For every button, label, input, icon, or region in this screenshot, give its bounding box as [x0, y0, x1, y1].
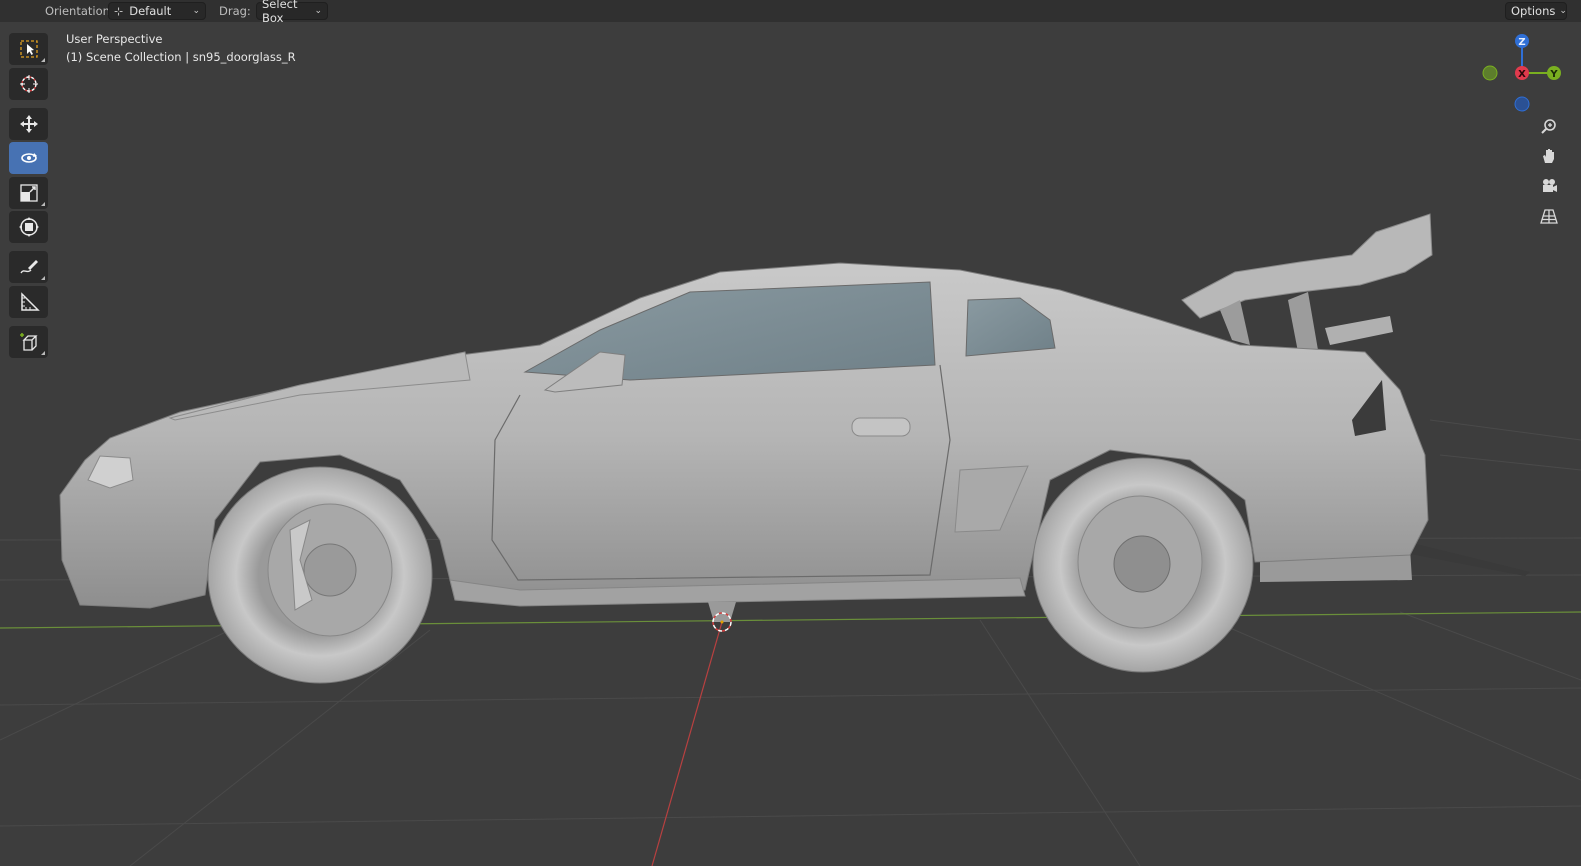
options-dropdown[interactable]: Options ⌄	[1505, 2, 1567, 20]
orientation-dropdown[interactable]: ⊹ Default ⌄	[108, 2, 206, 20]
select-box-tool[interactable]	[9, 33, 48, 65]
perspective-toggle-button[interactable]	[1536, 203, 1562, 229]
zoom-icon	[1541, 119, 1556, 134]
annotate-tool[interactable]	[9, 251, 48, 283]
pan-button[interactable]	[1536, 143, 1562, 169]
orientation-icon: ⊹	[114, 4, 124, 18]
grid-icon	[1540, 209, 1558, 224]
chevron-down-icon: ⌄	[1559, 6, 1567, 16]
camera-view-button[interactable]	[1536, 173, 1562, 199]
collection-info-label: (1) Scene Collection | sn95_doorglass_R	[66, 50, 296, 64]
move-tool[interactable]	[9, 108, 48, 140]
zoom-button[interactable]	[1536, 113, 1562, 139]
measure-tool[interactable]	[9, 286, 48, 318]
neg-y-axis-handle	[1482, 65, 1498, 81]
rotate-icon	[20, 153, 37, 163]
transform-icon	[18, 217, 39, 237]
cursor-tool[interactable]	[9, 68, 48, 100]
view-name-label: User Perspective	[66, 32, 163, 46]
drag-dropdown[interactable]: Select Box ⌄	[256, 0, 328, 25]
drag-label: Drag:	[219, 4, 251, 18]
chevron-down-icon: ⌄	[314, 6, 322, 16]
neg-z-axis-handle	[1514, 96, 1530, 112]
move-icon	[19, 115, 38, 133]
viewport-header: Orientation: ⊹ Default ⌄ Drag: Select Bo…	[0, 0, 1581, 25]
hand-icon	[1543, 149, 1554, 163]
gizmo-x-label: X	[1518, 69, 1526, 80]
orientation-label: Orientation:	[45, 4, 114, 18]
orientation-value: Default	[129, 4, 172, 18]
select-box-icon	[19, 40, 38, 58]
scale-tool[interactable]	[9, 177, 48, 209]
options-value: Options	[1511, 4, 1556, 18]
3d-viewport[interactable]: User Perspective (1) Scene Collection | …	[0, 22, 1581, 866]
y-axis-line	[651, 621, 723, 866]
gizmo-z-label: Z	[1518, 37, 1525, 48]
navigation-gizmo[interactable]: Z Y X	[1477, 28, 1567, 118]
camera-icon	[1543, 179, 1557, 192]
front-wheel	[207, 466, 433, 684]
transform-tool[interactable]	[9, 211, 48, 243]
scale-icon	[19, 184, 38, 202]
viewport-scene[interactable]	[0, 22, 1581, 866]
add-cube-icon	[19, 333, 38, 351]
car-model	[59, 213, 1530, 684]
annotate-icon	[19, 260, 38, 274]
cursor-icon	[19, 75, 38, 93]
gizmo-y-label: Y	[1549, 69, 1558, 80]
chevron-down-icon: ⌄	[192, 6, 200, 16]
rotate-tool[interactable]	[9, 142, 48, 174]
rear-wheel	[1032, 457, 1254, 673]
measure-icon	[20, 292, 40, 311]
add-cube-tool[interactable]	[9, 326, 48, 358]
